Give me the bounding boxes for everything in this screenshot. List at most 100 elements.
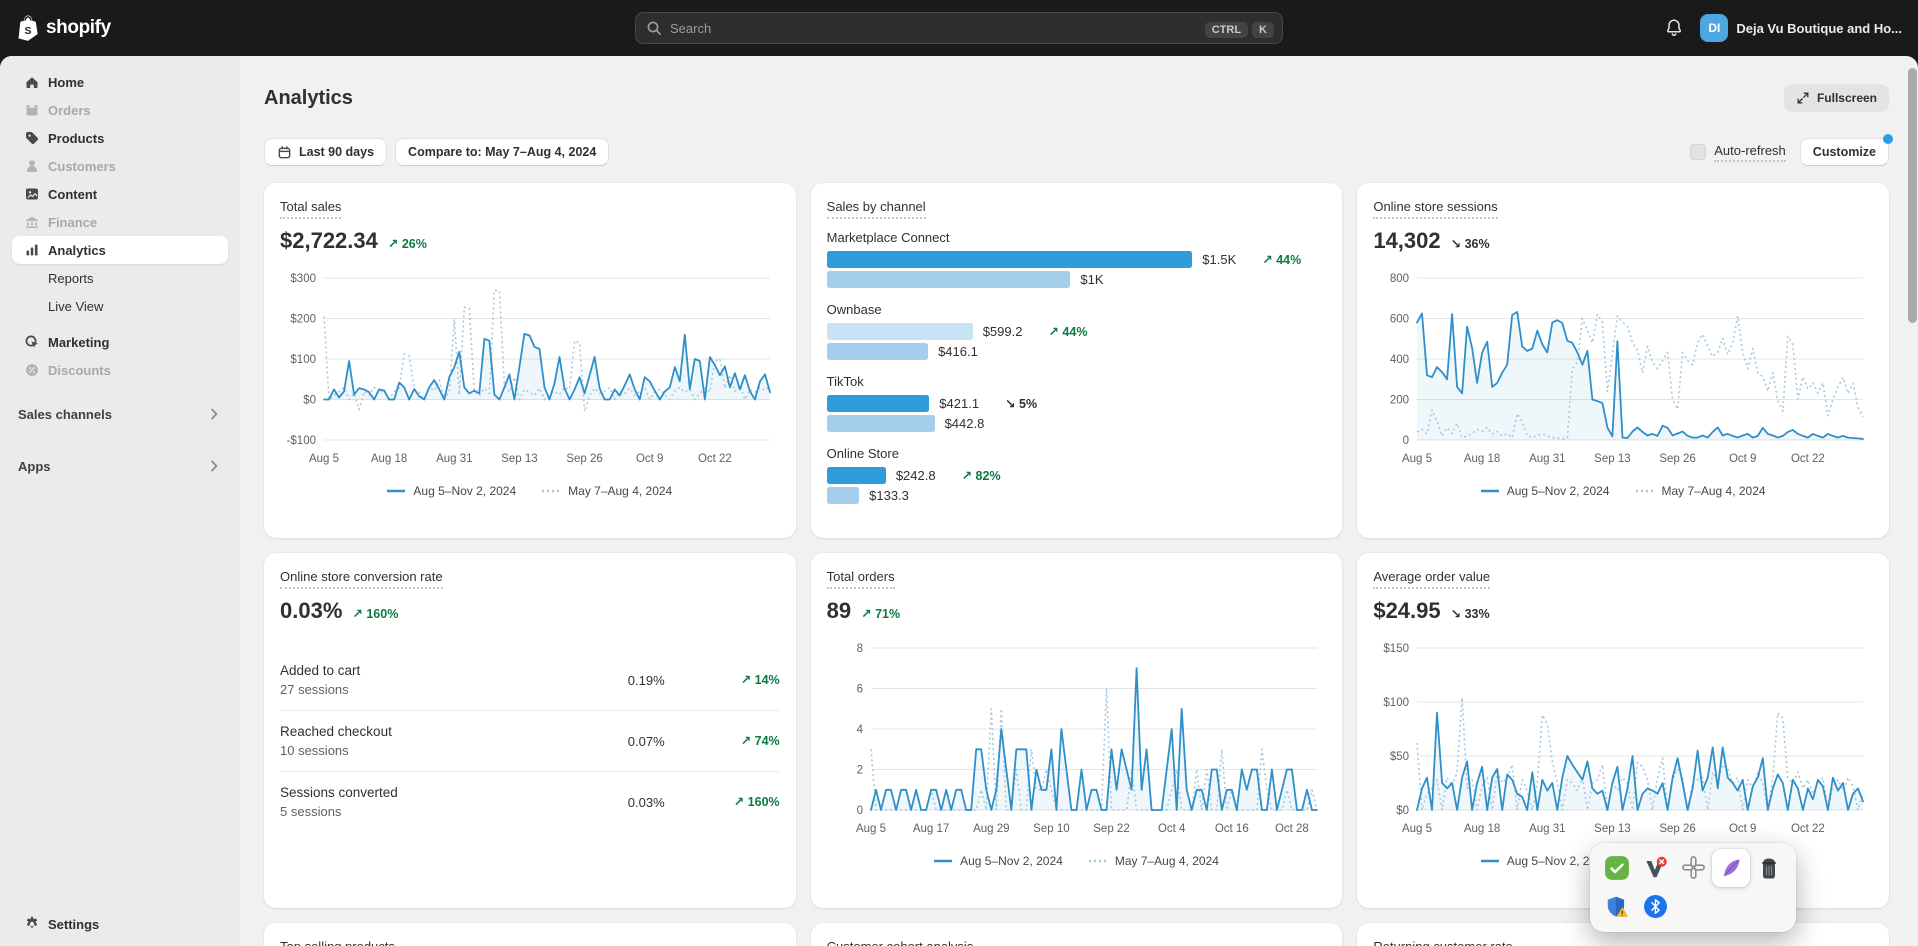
svg-text:Oct 22: Oct 22 (1791, 453, 1825, 465)
sidebar-item-home[interactable]: Home (12, 68, 228, 96)
svg-text:$150: $150 (1384, 643, 1410, 655)
svg-text:8: 8 (856, 643, 862, 655)
svg-text:Oct 4: Oct 4 (1158, 823, 1186, 835)
svg-text:$200: $200 (290, 314, 316, 326)
legend-item: May 7–Aug 4, 2024 (1636, 484, 1766, 498)
scrollbar (1907, 62, 1918, 946)
top-selling-products-title[interactable]: Top selling products (280, 939, 395, 946)
aov-title[interactable]: Average order value (1373, 569, 1490, 589)
sidebar-item-marketing[interactable]: Marketing (12, 328, 228, 356)
legend-item: May 7–Aug 4, 2024 (542, 484, 672, 498)
total-sales-value: $2,722.34 (280, 228, 378, 254)
channel-list: Marketplace Connect$1.5K↗ 44%$1KOwnbase$… (827, 230, 1327, 504)
svg-text:2: 2 (856, 765, 862, 777)
shield-warning-icon[interactable] (1598, 888, 1636, 926)
auto-refresh-checkbox[interactable] (1690, 144, 1706, 160)
svg-text:Oct 9: Oct 9 (1729, 453, 1756, 465)
search-input[interactable]: Search CTRLK (635, 12, 1283, 44)
sidebar-item-label: Finance (48, 215, 97, 230)
shortcut-key-ctrl: CTRL (1205, 22, 1248, 38)
svg-text:Aug 17: Aug 17 (913, 823, 949, 835)
page-title: Analytics (264, 87, 353, 110)
conversion-title[interactable]: Online store conversion rate (280, 569, 443, 589)
slack-icon[interactable] (1674, 849, 1712, 887)
customize-button[interactable]: Customize (1800, 138, 1889, 166)
channel-current-bar-row: $421.1↘ 5% (827, 395, 1327, 412)
sessions-title[interactable]: Online store sessions (1373, 199, 1497, 219)
filter-right: Auto-refresh Customize (1690, 138, 1889, 166)
sidebar-item-reports[interactable]: Reports (12, 264, 228, 292)
channel-previous-bar-row: $133.3 (827, 487, 1327, 504)
sessions-chart: 8006004002000Aug 5Aug 18Aug 31Sep 13Sep … (1373, 268, 1873, 498)
sidebar-item-products[interactable]: Products (12, 124, 228, 152)
svg-text:Aug 29: Aug 29 (973, 823, 1009, 835)
channel-bar-value: $421.1 (939, 396, 979, 411)
notifications-button[interactable] (1664, 18, 1684, 38)
sidebar-item-settings[interactable]: Settings (12, 910, 228, 938)
bluetooth-icon[interactable] (1636, 888, 1674, 926)
compare-button[interactable]: Compare to: May 7–Aug 4, 2024 (395, 138, 609, 166)
svg-text:Oct 16: Oct 16 (1215, 823, 1249, 835)
fullscreen-button[interactable]: Fullscreen (1784, 84, 1889, 112)
sales-by-channel-title[interactable]: Sales by channel (827, 199, 926, 219)
approved-check-icon[interactable] (1598, 849, 1636, 887)
card-top-selling-products: Top selling products (264, 923, 796, 946)
aov-value: $24.95 (1373, 598, 1440, 624)
sidebar-item-analytics[interactable]: Analytics (12, 236, 228, 264)
feather-icon[interactable] (1712, 849, 1750, 887)
svg-text:$0: $0 (1397, 805, 1410, 817)
trash-icon[interactable] (1750, 849, 1788, 887)
svg-text:Aug 5: Aug 5 (1402, 823, 1432, 835)
channel-bar (827, 395, 930, 412)
store-menu[interactable]: DI Deja Vu Boutique and Ho... (1700, 14, 1902, 42)
sessions-value: 14,302 (1373, 228, 1440, 254)
legend-item: Aug 5–Nov 2, 2024 (1481, 484, 1610, 498)
sidebar-section-apps[interactable]: Apps (12, 452, 228, 480)
channel-bar-value: $442.8 (945, 416, 985, 431)
svg-text:4: 4 (856, 724, 863, 736)
svg-text:Sep 26: Sep 26 (1660, 823, 1696, 835)
channel-bar (827, 323, 973, 340)
svg-text:Aug 5: Aug 5 (309, 453, 339, 465)
channel-bar (827, 343, 928, 360)
card-conversion-rate: Online store conversion rate 0.03% ↗ 160… (264, 553, 796, 908)
orders-title[interactable]: Total orders (827, 569, 895, 589)
svg-text:Sep 26: Sep 26 (1660, 453, 1696, 465)
channel-delta: ↗ 82% (962, 468, 1001, 483)
total-sales-title[interactable]: Total sales (280, 199, 341, 219)
shopify-logo[interactable]: S shopify (16, 14, 111, 42)
customer-cohort-analysis-title[interactable]: Customer cohort analysis (827, 939, 974, 946)
channel-marketplace-connect: Marketplace Connect$1.5K↗ 44%$1K (827, 230, 1327, 288)
sessions-legend: Aug 5–Nov 2, 2024 May 7–Aug 4, 2024 (1373, 484, 1873, 498)
home-icon (24, 74, 40, 90)
date-range-button[interactable]: Last 90 days (264, 138, 387, 166)
svg-text:Sep 26: Sep 26 (566, 453, 602, 465)
products-icon (24, 130, 40, 146)
funnel-rate: 0.03% (575, 795, 665, 810)
total_sales-legend: Aug 5–Nov 2, 2024May 7–Aug 4, 2024 (280, 484, 780, 498)
svg-text:Oct 22: Oct 22 (698, 453, 732, 465)
sidebar-item-content[interactable]: Content (12, 180, 228, 208)
sidebar-item-label: Home (48, 75, 84, 90)
funnel-row-sessions-converted: Sessions converted5 sessions0.03%↗ 160% (280, 771, 780, 832)
vpn-error-icon[interactable] (1636, 849, 1674, 887)
card-total-sales: Total sales $2,722.34 ↗ 26% $300$200$100… (264, 183, 796, 538)
sidebar-section-label: Sales channels (18, 407, 112, 422)
scrollbar-thumb[interactable] (1908, 68, 1917, 323)
returning-customer-rate-title[interactable]: Returning customer rate (1373, 939, 1512, 946)
sidebar-item-live-view[interactable]: Live View (12, 292, 228, 320)
sidebar-item-finance: Finance (12, 208, 228, 236)
marketing-icon (24, 334, 40, 350)
svg-text:$300: $300 (290, 273, 316, 285)
channel-current-bar-row: $242.8↗ 82% (827, 467, 1327, 484)
sidebar-section-sales-channels[interactable]: Sales channels (12, 400, 228, 428)
finance-icon (24, 214, 40, 230)
calendar-icon (277, 145, 292, 160)
shopify-wordmark: shopify (46, 17, 111, 39)
search-shortcut-keys: CTRLK (1201, 21, 1274, 36)
auto-refresh-toggle[interactable]: Auto-refresh (1690, 143, 1786, 162)
sidebar-item-label: Content (48, 187, 97, 202)
funnel-delta: ↗ 74% (741, 734, 780, 748)
svg-text:Sep 22: Sep 22 (1093, 823, 1129, 835)
channel-bar (827, 415, 935, 432)
